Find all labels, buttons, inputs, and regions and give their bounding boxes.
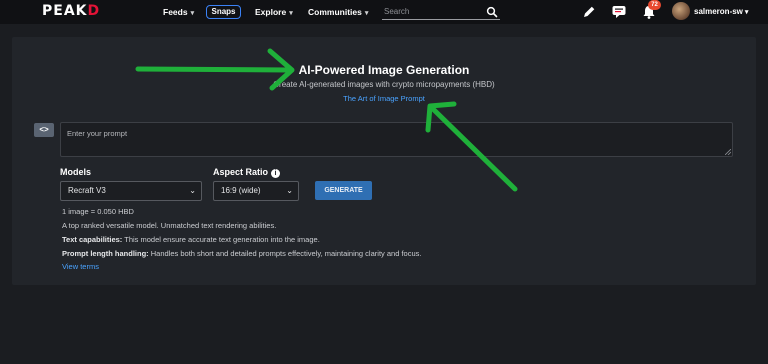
info-icon[interactable]: i (271, 169, 281, 178)
username-menu[interactable]: salmeron-sw ▾ (694, 7, 748, 16)
search-placeholder: Search (384, 7, 410, 16)
peakd-logo[interactable]: PEAKD (42, 3, 100, 19)
top-nav-bar: PEAKD Feeds ▾ Snaps Explore ▾ Communities ▾… (0, 0, 768, 24)
nav-communities[interactable]: Communities ▾ (308, 7, 368, 17)
image-generation-card: AI-Powered Image Generation Create AI-ge… (12, 37, 756, 285)
search-input[interactable]: Search (382, 4, 500, 20)
art-of-image-prompt-link[interactable]: The Art of Image Prompt (12, 94, 756, 103)
notification-badge: 72 (648, 0, 661, 10)
chevron-down-icon: ▾ (289, 10, 293, 17)
text-capabilities: Text capabilities: This model ensure acc… (62, 235, 320, 244)
page-title: AI-Powered Image Generation (298, 63, 470, 77)
nav-snaps[interactable]: Snaps (206, 5, 241, 19)
price-text: 1 image = 0.050 HBD (62, 207, 134, 216)
chevron-down-icon: ▾ (190, 10, 195, 17)
aspect-ratio-select[interactable]: 16:9 (wide) ⌄ (213, 181, 299, 201)
nav-feeds[interactable]: Feeds ▾ (163, 7, 194, 17)
generate-button[interactable]: GENERATE (315, 181, 372, 200)
model-description: A top ranked versatile model. Unmatched … (62, 221, 277, 230)
model-select[interactable]: Recraft V3 ⌄ (60, 181, 202, 201)
prompt-placeholder: Enter your prompt (67, 129, 128, 138)
chevron-down-icon: ⌄ (189, 186, 196, 195)
prompt-length-handling: Prompt length handling: Handles both sho… (62, 249, 422, 258)
code-toggle-button[interactable]: <> (34, 123, 54, 137)
models-label: Models (60, 167, 92, 177)
avatar[interactable] (672, 2, 690, 20)
search-icon[interactable] (486, 6, 498, 18)
chevron-down-icon: ▾ (744, 9, 749, 16)
prompt-input[interactable]: Enter your prompt (60, 122, 733, 157)
chevron-down-icon: ▾ (364, 10, 369, 17)
view-terms-link[interactable]: View terms (62, 262, 99, 271)
resize-grip-icon[interactable] (725, 149, 731, 155)
aspect-ratio-label: Aspect Ratio i (213, 167, 281, 178)
pencil-icon[interactable] (581, 4, 597, 20)
chat-icon[interactable] (611, 4, 627, 20)
chevron-down-icon: ⌄ (286, 186, 293, 195)
nav-explore[interactable]: Explore ▾ (255, 7, 293, 17)
page-subtitle: Create AI-generated images with crypto m… (273, 80, 495, 89)
